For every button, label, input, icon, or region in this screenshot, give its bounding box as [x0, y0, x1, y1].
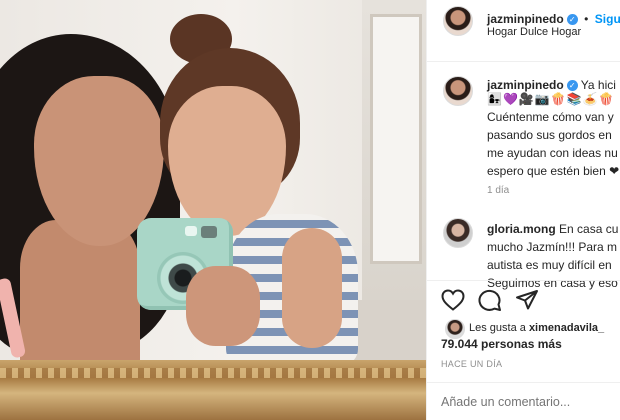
- post-header: jazminpinedo✓ • Siguie Hogar Dulce Hogar: [427, 0, 620, 62]
- share-icon[interactable]: [515, 289, 539, 311]
- caption-line: pasando sus gordos en: [487, 128, 612, 142]
- verified-badge-icon: ✓: [566, 14, 578, 25]
- post-location[interactable]: Hogar Dulce Hogar: [487, 26, 581, 38]
- comment-line: autista es muy difícil en: [487, 258, 612, 272]
- woman-shoulder: [20, 220, 140, 380]
- liker-username[interactable]: ximenadavila_: [529, 322, 604, 334]
- post-photo[interactable]: [0, 0, 426, 420]
- likes-line: Les gusta a ximenadavila_: [469, 322, 604, 334]
- caption-line: espero que estén bien ❤: [487, 164, 620, 178]
- author-avatar[interactable]: [443, 6, 473, 36]
- comment-line: mucho Jazmín!!! Para m: [487, 240, 618, 254]
- follow-button[interactable]: Siguie: [595, 12, 620, 26]
- caption-text-start: Ya hici: [580, 78, 616, 92]
- header-separator: •: [584, 12, 589, 26]
- likes-count[interactable]: 79.044 personas más: [441, 337, 562, 351]
- caption-username[interactable]: jazminpinedo: [487, 78, 564, 92]
- girl-arm: [282, 228, 342, 348]
- caption-timestamp[interactable]: 1 día: [487, 185, 509, 196]
- verified-badge-icon: ✓: [566, 80, 578, 91]
- caption-line: Cuéntenme cómo van y: [487, 110, 614, 124]
- background-window: [362, 0, 426, 300]
- comment-text-start: En casa cu: [559, 222, 619, 236]
- comment-icon[interactable]: [478, 289, 502, 311]
- mirror-frame: [0, 360, 426, 420]
- caption-emojis: 👩‍👧💜🎥📷🍿📚🍝🍿: [487, 92, 615, 106]
- author-username[interactable]: jazminpinedo: [487, 12, 564, 26]
- add-comment-input[interactable]: [441, 391, 611, 413]
- girl-face: [168, 86, 286, 236]
- heart-icon[interactable]: [441, 289, 465, 311]
- caption-line: me ayudan con ideas nu: [487, 146, 618, 160]
- post-timestamp[interactable]: HACE UN DÍA: [441, 359, 502, 369]
- add-comment-bar: [427, 382, 620, 420]
- post-sidebar: jazminpinedo✓ • Siguie Hogar Dulce Hogar…: [426, 0, 620, 420]
- comment-first-line: gloria.mong En casa cu: [487, 220, 618, 238]
- commenter-avatar[interactable]: [443, 218, 473, 248]
- caption-avatar[interactable]: [443, 76, 473, 106]
- likes-prefix: Les gusta a: [469, 322, 526, 334]
- liker-avatar[interactable]: [445, 319, 465, 339]
- woman-hand: [186, 266, 260, 346]
- commenter-username[interactable]: gloria.mong: [487, 222, 556, 236]
